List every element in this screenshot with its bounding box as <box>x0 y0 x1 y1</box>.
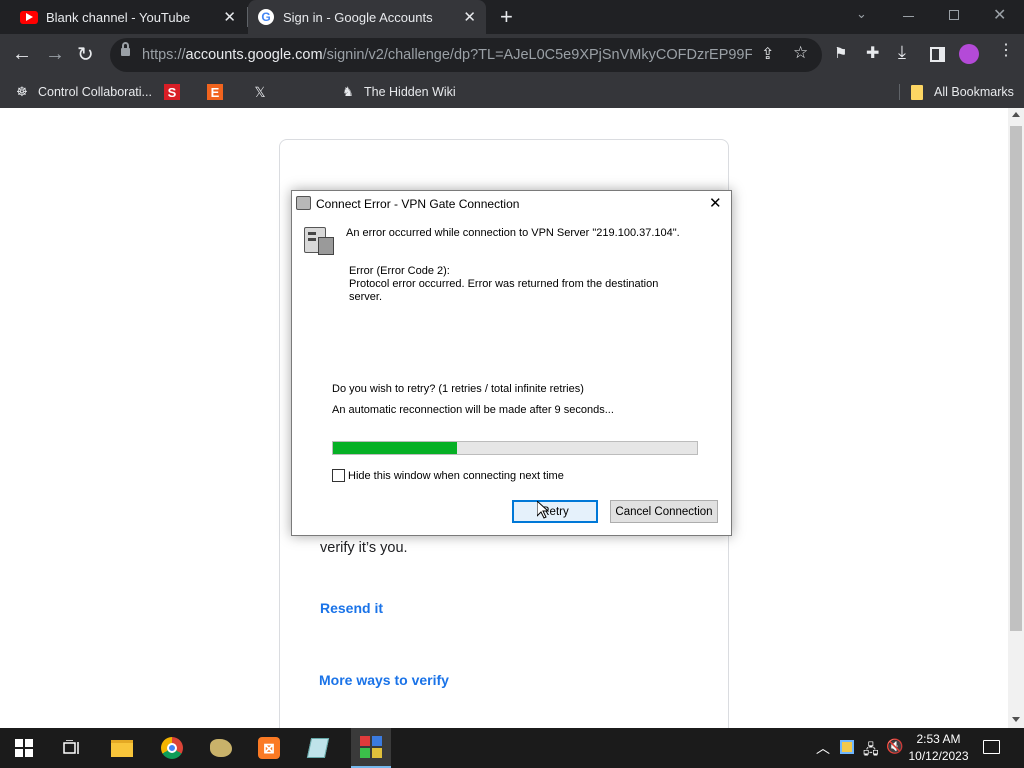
hide-window-checkbox[interactable] <box>332 469 345 482</box>
resend-link[interactable]: Resend it <box>320 600 383 616</box>
reconnect-progress-bar <box>332 441 698 455</box>
e-icon: E <box>207 84 223 100</box>
verify-text: verify it’s you. <box>320 540 408 556</box>
network-icon[interactable]: 🖧 <box>863 739 879 763</box>
tab-label: Blank channel - YouTube <box>46 9 191 25</box>
back-icon[interactable]: ← <box>12 43 32 66</box>
volume-muted-icon[interactable]: 🔇 <box>886 738 903 755</box>
error-detail-line1: Protocol error occurred. Error was retur… <box>349 278 659 290</box>
scroll-up-arrow-icon[interactable] <box>1012 112 1020 117</box>
dialog-title: Connect Error - VPN Gate Connection <box>316 197 520 211</box>
retry-button[interactable]: Retry <box>512 500 598 523</box>
file-explorer-icon[interactable] <box>108 734 136 762</box>
app-bird-icon[interactable] <box>207 734 235 762</box>
all-bookmarks-label: All Bookmarks <box>934 85 1014 99</box>
browser-tab-strip: Blank channel - YouTube ✕ G Sign in - Go… <box>0 0 1024 34</box>
side-panel-icon[interactable] <box>930 47 945 62</box>
dialog-title-bar[interactable]: Connect Error - VPN Gate Connection ✕ <box>292 191 731 217</box>
x-icon: 𝕏 <box>254 83 266 100</box>
all-bookmarks-button[interactable]: All Bookmarks <box>911 82 1014 102</box>
windows-taskbar: ⊠ ︿ 🖧 🔇 2:53 AM 10/12/2023 <box>0 728 1024 768</box>
address-bar[interactable]: https://accounts.google.com/signin/v2/ch… <box>110 38 822 72</box>
menu-icon[interactable]: ⋮ <box>998 43 1014 59</box>
minimize-icon[interactable] <box>903 16 914 17</box>
bookmark-s[interactable]: S <box>164 82 180 102</box>
scroll-thumb[interactable] <box>1010 126 1022 631</box>
collaboration-icon: ☸ <box>16 84 28 99</box>
wiki-icon: ♞ <box>342 84 354 99</box>
close-tab-icon[interactable]: ✕ <box>223 8 236 26</box>
bookmarks-separator <box>899 84 900 100</box>
google-icon: G <box>258 9 274 25</box>
tab-google-accounts[interactable]: G Sign in - Google Accounts ✕ <box>248 0 486 34</box>
youtube-icon <box>20 10 38 24</box>
cancel-connection-button[interactable]: Cancel Connection <box>610 500 718 523</box>
tab-youtube[interactable]: Blank channel - YouTube ✕ <box>8 0 246 34</box>
xampp-icon[interactable]: ⊠ <box>255 734 283 762</box>
tray-app-icon[interactable] <box>840 740 854 754</box>
dialog-body: An error occurred while connection to VP… <box>292 217 731 535</box>
windows-start-icon[interactable] <box>10 734 38 762</box>
star-icon[interactable]: ☆ <box>793 43 808 63</box>
hide-window-checkbox-label[interactable]: Hide this window when connecting next ti… <box>348 470 564 482</box>
download-icon[interactable]: ⤓ <box>898 42 906 63</box>
close-tab-icon[interactable]: ✕ <box>463 8 476 26</box>
reload-icon[interactable]: ↻ <box>77 42 94 67</box>
browser-toolbar: ← → ↻ https://accounts.google.com/signin… <box>0 34 1024 76</box>
bookmark-label: The Hidden Wiki <box>364 85 456 99</box>
vpn-error-dialog: Connect Error - VPN Gate Connection ✕ An… <box>291 190 732 536</box>
lock-icon[interactable] <box>121 42 130 56</box>
vpn-server-icon <box>304 225 336 255</box>
retry-question: Do you wish to retry? (1 retries / total… <box>332 383 584 395</box>
s-icon: S <box>164 84 180 100</box>
bookmark-label: Control Collaborati... <box>38 85 152 99</box>
taskbar-time[interactable]: 2:53 AM <box>910 732 967 746</box>
share-icon[interactable]: ⇪ <box>761 44 774 64</box>
new-tab-icon[interactable]: + <box>500 4 513 30</box>
tab-search-chevron-icon[interactable]: ⌄ <box>856 6 867 22</box>
scroll-down-arrow-icon[interactable] <box>1012 717 1020 722</box>
taskbar-date[interactable]: 10/12/2023 <box>906 749 971 763</box>
profile-avatar-icon[interactable] <box>959 44 979 64</box>
app-glass-icon[interactable] <box>304 734 332 762</box>
forward-icon[interactable]: → <box>45 43 65 66</box>
vpn-taskbar-icon[interactable] <box>351 728 391 768</box>
folder-icon <box>911 84 923 100</box>
dialog-close-icon[interactable]: ✕ <box>709 194 722 212</box>
bookmark-hidden-wiki[interactable]: ♞ The Hidden Wiki <box>340 82 456 102</box>
show-hidden-icons-chevron-icon[interactable]: ︿ <box>816 738 830 758</box>
notifications-icon[interactable] <box>983 740 1000 754</box>
url-text[interactable]: https://accounts.google.com/signin/v2/ch… <box>142 47 752 63</box>
restore-icon[interactable] <box>949 10 959 20</box>
vpn-app-icon <box>296 196 311 210</box>
bookmark-x[interactable]: 𝕏 <box>252 82 268 102</box>
bookmark-control-collaboration[interactable]: ☸ Control Collaborati... <box>14 82 152 102</box>
progress-fill <box>333 442 457 454</box>
error-message: An error occurred while connection to VP… <box>346 227 680 239</box>
error-code: Error (Error Code 2): <box>349 265 450 277</box>
mouse-cursor-icon <box>536 499 550 524</box>
more-ways-link[interactable]: More ways to verify <box>319 672 449 688</box>
flag-icon[interactable]: ⚑ <box>834 44 847 62</box>
tab-label: Sign in - Google Accounts <box>283 9 433 25</box>
window-close-icon[interactable]: ✕ <box>993 5 1006 25</box>
page-scrollbar[interactable] <box>1008 108 1024 728</box>
bookmark-etsy[interactable]: E <box>207 82 223 102</box>
bookmarks-bar: ☸ Control Collaborati... S E 𝕏 ♞ The Hid… <box>0 76 1024 108</box>
extensions-icon[interactable]: ✚ <box>866 43 879 63</box>
task-view-icon[interactable] <box>58 734 86 762</box>
reconnect-text: An automatic reconnection will be made a… <box>332 404 614 416</box>
chrome-icon[interactable] <box>158 734 186 762</box>
error-detail-line2: server. <box>349 291 383 303</box>
